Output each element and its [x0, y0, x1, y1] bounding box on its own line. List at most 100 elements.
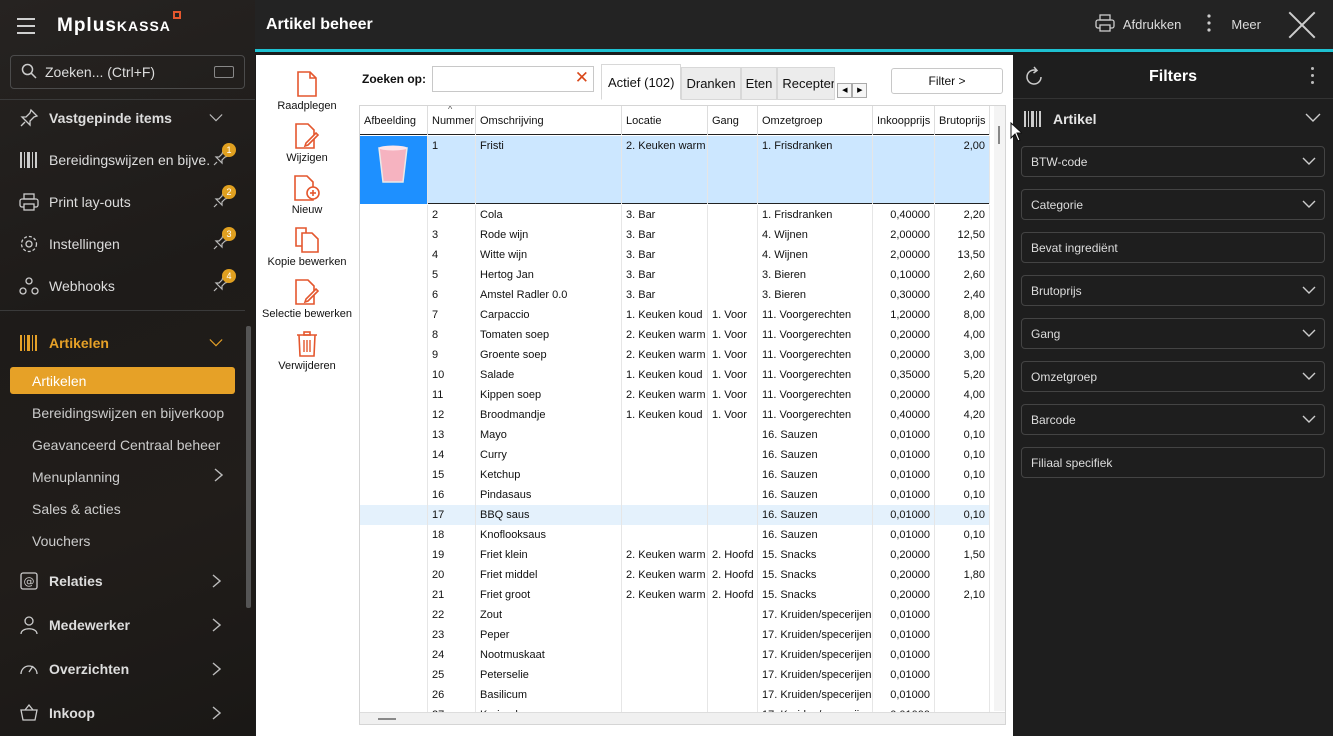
tab-actief[interactable]: Actief (102): [601, 64, 682, 100]
cell-nummer: 10: [428, 365, 476, 385]
table-row[interactable]: 2 Cola 3. Bar 1. Frisdranken 0,40000 2,20: [360, 205, 990, 225]
unpin-icon[interactable]: 3: [211, 227, 236, 254]
column-header-afbeelding[interactable]: Afbeelding: [360, 106, 428, 135]
cell-locatie: 3. Bar: [622, 265, 708, 285]
filter-btw-code[interactable]: BTW-code: [1021, 146, 1325, 177]
column-header-omschrijving[interactable]: Omschrijving: [476, 106, 622, 135]
table-row[interactable]: 20 Friet middel 2. Keuken warm 2. Hoofd 15. …: [360, 565, 990, 585]
keyboard-icon[interactable]: [214, 66, 234, 78]
table-row[interactable]: 7 Carpaccio 1. Keuken koud 1. Voor 11. Voorg…: [360, 305, 990, 325]
table-row[interactable]: 18 Knoflooksaus 16. Sauzen 0,01000 0,10: [360, 525, 990, 545]
cell-brutoprijs: 2,60: [935, 265, 990, 285]
table-row[interactable]: 17 BBQ saus 16. Sauzen 0,01000 0,10: [360, 505, 990, 525]
table-row[interactable]: 4 Witte wijn 3. Bar 4. Wijnen 2,00000 13,50: [360, 245, 990, 265]
tab-scroll-right-icon[interactable]: ▶: [852, 82, 868, 98]
table-row[interactable]: 5 Hertog Jan 3. Bar 3. Bieren 0,10000 2,60: [360, 265, 990, 285]
copy-edit-button[interactable]: Kopie bewerken: [256, 227, 358, 268]
column-header-brutoprijs[interactable]: Brutoprijs: [935, 106, 990, 135]
table-row[interactable]: 26 Basilicum 17. Kruiden/specerijen 0,01000: [360, 685, 990, 705]
cell-afbeelding: [360, 465, 428, 485]
main-content: Raadplegen Wijzigen Nieuw Kopie bewerken…: [256, 55, 1013, 736]
horizontal-scrollbar[interactable]: [360, 712, 1005, 724]
tab-dranken[interactable]: Dranken: [681, 67, 741, 100]
tab-eten[interactable]: Eten: [740, 67, 778, 100]
filter-omzetgroep[interactable]: Omzetgroep: [1021, 361, 1325, 392]
sidebar-subitem-artikelen[interactable]: Artikelen: [10, 367, 235, 394]
filters-panel: Filters Artikel BTW-code Categorie Bevat i…: [1013, 55, 1333, 736]
sidebar-subitem-vouchers[interactable]: Vouchers: [10, 527, 235, 554]
table-row[interactable]: 23 Peper 17. Kruiden/specerijen 0,01000: [360, 625, 990, 645]
sidebar-item-overzichten[interactable]: Overzichten: [0, 648, 245, 690]
sidebar-item-webhooks[interactable]: Webhooks 4: [0, 265, 245, 307]
sidebar-subitem-menuplanning[interactable]: Menuplanning: [10, 463, 235, 490]
edit-button[interactable]: Wijzigen: [256, 123, 358, 164]
clear-search-icon[interactable]: ✕: [575, 69, 589, 87]
table-row[interactable]: 16 Pindasaus 16. Sauzen 0,01000 0,10: [360, 485, 990, 505]
mouse-cursor-icon: [1010, 121, 1024, 142]
sidebar-item-bereidingswijzen-pinned[interactable]: Bereidingswijzen en bijve... 1: [0, 139, 245, 181]
more-button[interactable]: Meer: [1207, 13, 1261, 36]
cell-inkoopprijs: 0,01000: [873, 485, 935, 505]
sidebar-item-relaties[interactable]: @ Relaties: [0, 560, 245, 602]
table-row[interactable]: 3 Rode wijn 3. Bar 4. Wijnen 2,00000 12,50: [360, 225, 990, 245]
sidebar-subitem-centraal-beheer[interactable]: Geavanceerd Centraal beheer: [10, 431, 235, 458]
table-row[interactable]: 15 Ketchup 16. Sauzen 0,01000 0,10: [360, 465, 990, 485]
sidebar-subitem-sales-acties[interactable]: Sales & acties: [10, 495, 235, 522]
cell-gang: [708, 485, 758, 505]
sidebar-scrollbar[interactable]: [246, 326, 251, 608]
unpin-icon[interactable]: 1: [211, 143, 236, 170]
cell-nummer: 23: [428, 625, 476, 645]
table-row[interactable]: 12 Broodmandje 1. Keuken koud 1. Voor 11. Vo…: [360, 405, 990, 425]
filter-section-artikel[interactable]: Artikel: [1013, 99, 1333, 139]
sidebar-item-inkoop[interactable]: Inkoop: [0, 692, 245, 734]
table-row[interactable]: 13 Mayo 16. Sauzen 0,01000 0,10: [360, 425, 990, 445]
sidebar-item-artikelen[interactable]: Artikelen: [0, 322, 245, 364]
table-row[interactable]: 8 Tomaten soep 2. Keuken warm 1. Voor 11. Vo…: [360, 325, 990, 345]
barcode-icon: [17, 148, 41, 172]
filter-brutoprijs[interactable]: Brutoprijs: [1021, 275, 1325, 306]
unpin-icon[interactable]: 2: [211, 185, 236, 212]
new-button[interactable]: Nieuw: [256, 175, 358, 216]
table-row[interactable]: 24 Nootmuskaat 17. Kruiden/specerijen 0,010…: [360, 645, 990, 665]
search-box[interactable]: Zoeken... (Ctrl+F): [10, 55, 245, 89]
filter-bevat-ingredi-nt[interactable]: Bevat ingrediënt: [1021, 232, 1325, 263]
column-header-omzetgroep[interactable]: Omzetgroep: [758, 106, 873, 135]
table-row[interactable]: 19 Friet klein 2. Keuken warm 2. Hoofd 15. S…: [360, 545, 990, 565]
delete-button[interactable]: Verwijderen: [256, 331, 358, 372]
article-search-input[interactable]: ✕: [432, 66, 595, 92]
hamburger-menu-icon[interactable]: [17, 13, 35, 39]
filter-categorie[interactable]: Categorie: [1021, 189, 1325, 220]
column-header-inkoopprijs[interactable]: Inkoopprijs: [873, 106, 935, 135]
more-vertical-icon[interactable]: [1311, 67, 1315, 88]
table-row[interactable]: 25 Peterselie 17. Kruiden/specerijen 0,0100…: [360, 665, 990, 685]
table-row[interactable]: 11 Kippen soep 2. Keuken warm 1. Voor 11. Vo…: [360, 385, 990, 405]
filter-button[interactable]: Filter >: [891, 68, 1003, 94]
selection-edit-button[interactable]: Selectie bewerken: [256, 279, 358, 320]
table-row[interactable]: 22 Zout 17. Kruiden/specerijen 0,01000: [360, 605, 990, 625]
page-header: Artikel beheer Afdrukken Meer: [255, 0, 1333, 52]
table-row[interactable]: 10 Salade 1. Keuken koud 1. Voor 11. Voorger…: [360, 365, 990, 385]
table-row[interactable]: 6 Amstel Radler 0.0 3. Bar 3. Bieren 0,30000…: [360, 285, 990, 305]
table-row[interactable]: 14 Curry 16. Sauzen 0,01000 0,10: [360, 445, 990, 465]
tab-recepten[interactable]: Recepten: [777, 67, 836, 100]
sidebar-subitem-bereidingswijzen[interactable]: Bereidingswijzen en bijverkoop: [10, 399, 235, 426]
close-icon[interactable]: [1287, 10, 1317, 40]
filter-filiaal-specifiek[interactable]: Filiaal specifiek: [1021, 447, 1325, 478]
filter-barcode[interactable]: Barcode: [1021, 404, 1325, 435]
sidebar-item-instellingen[interactable]: Instellingen 3: [0, 223, 245, 265]
column-header-locatie[interactable]: Locatie: [622, 106, 708, 135]
badge: 3: [222, 227, 236, 241]
vertical-scrollbar[interactable]: [994, 106, 1005, 711]
sidebar-item-medewerker[interactable]: Medewerker: [0, 604, 245, 646]
sidebar-item-print-layouts[interactable]: Print lay-outs 2: [0, 181, 245, 223]
pinned-items-toggle[interactable]: Vastgepinde items: [0, 97, 245, 139]
unpin-icon[interactable]: 4: [211, 269, 236, 296]
table-row[interactable]: 1 Fristi 2. Keuken warm 1. Frisdranken 2,00: [360, 136, 990, 204]
column-header-gang[interactable]: Gang: [708, 106, 758, 135]
table-row[interactable]: 21 Friet groot 2. Keuken warm 2. Hoofd 15. S…: [360, 585, 990, 605]
filter-gang[interactable]: Gang: [1021, 318, 1325, 349]
view-button[interactable]: Raadplegen: [256, 71, 358, 112]
print-button[interactable]: Afdrukken: [1095, 14, 1181, 35]
table-row[interactable]: 9 Groente soep 2. Keuken warm 1. Voor 11. Vo…: [360, 345, 990, 365]
tab-scroll-left-icon[interactable]: ◀: [837, 82, 853, 98]
